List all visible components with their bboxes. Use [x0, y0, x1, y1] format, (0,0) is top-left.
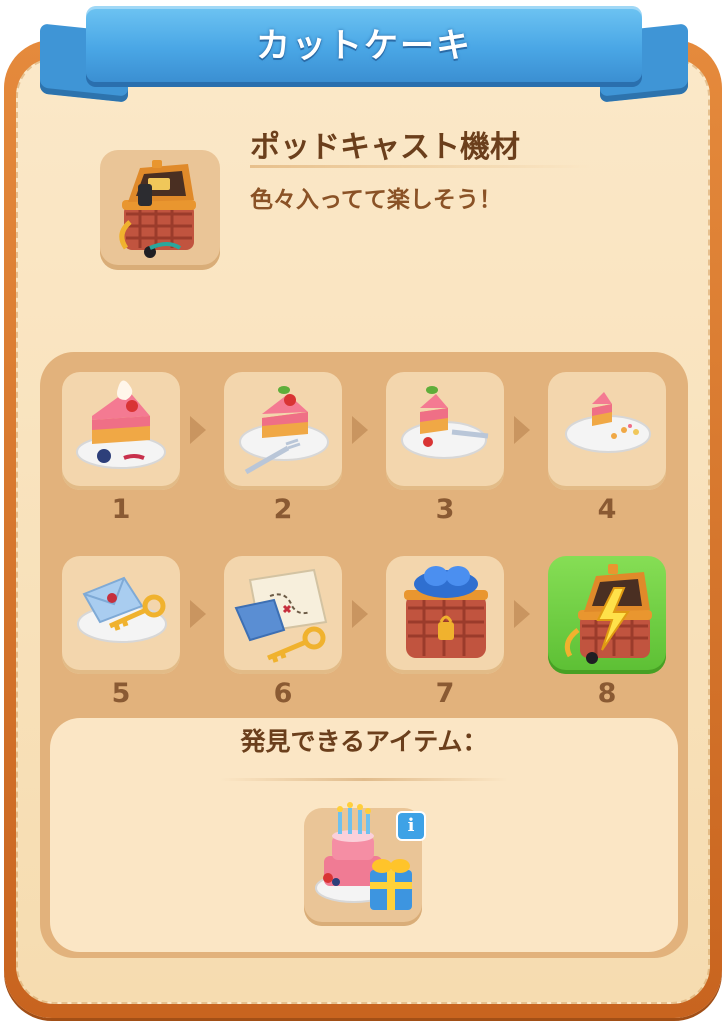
cake-crumbs-icon — [565, 392, 651, 453]
popup-title: カットケーキ — [256, 26, 472, 66]
chain-item-1[interactable] — [62, 372, 180, 490]
item-preview-tile — [100, 150, 220, 270]
discoverable-items-title: 発見できるアイテム： — [240, 727, 488, 756]
letter-key-plate-icon — [77, 576, 167, 643]
chain-level-label: 3 — [435, 494, 455, 525]
chain-level-label: 5 — [111, 678, 131, 709]
chain-arrow-icon — [514, 416, 530, 444]
chain-item-4[interactable] — [548, 372, 666, 490]
chain-item-2[interactable] — [224, 372, 342, 490]
chain-item-3[interactable] — [386, 372, 504, 490]
item-description: 色々入ってて楽しそう！ — [250, 187, 502, 213]
item-name-divider — [250, 165, 590, 168]
treasure-map-key-icon — [234, 568, 328, 663]
cake-slice-fork-icon — [239, 386, 329, 475]
discoverable-items-divider — [220, 778, 508, 781]
half-eaten-cake-icon — [401, 386, 489, 459]
chain-level-label: 2 — [273, 494, 293, 525]
chain-level-label: 4 — [597, 494, 617, 525]
whole-cake-slice-icon — [76, 380, 166, 469]
info-button[interactable]: i — [396, 811, 426, 841]
chain-item-7[interactable] — [386, 556, 504, 674]
chain-level-label: 8 — [597, 678, 617, 709]
chain-arrow-icon — [514, 600, 530, 628]
chain-arrow-icon — [190, 600, 206, 628]
locked-basket-chest-icon — [404, 566, 488, 658]
chain-arrow-icon — [352, 600, 368, 628]
chain-item-6[interactable] — [224, 556, 342, 674]
lightning-chest-icon — [564, 564, 652, 664]
chain-item-8[interactable] — [548, 556, 666, 674]
chain-level-label: 7 — [435, 678, 455, 709]
chain-arrow-icon — [352, 416, 368, 444]
chain-level-label: 1 — [111, 494, 131, 525]
podcast-chest-icon — [119, 160, 196, 258]
chain-level-label: 6 — [273, 678, 293, 709]
chain-arrow-icon — [190, 416, 206, 444]
chain-item-5[interactable] — [62, 556, 180, 674]
item-name: ポッドキャスト機材 — [250, 130, 520, 165]
